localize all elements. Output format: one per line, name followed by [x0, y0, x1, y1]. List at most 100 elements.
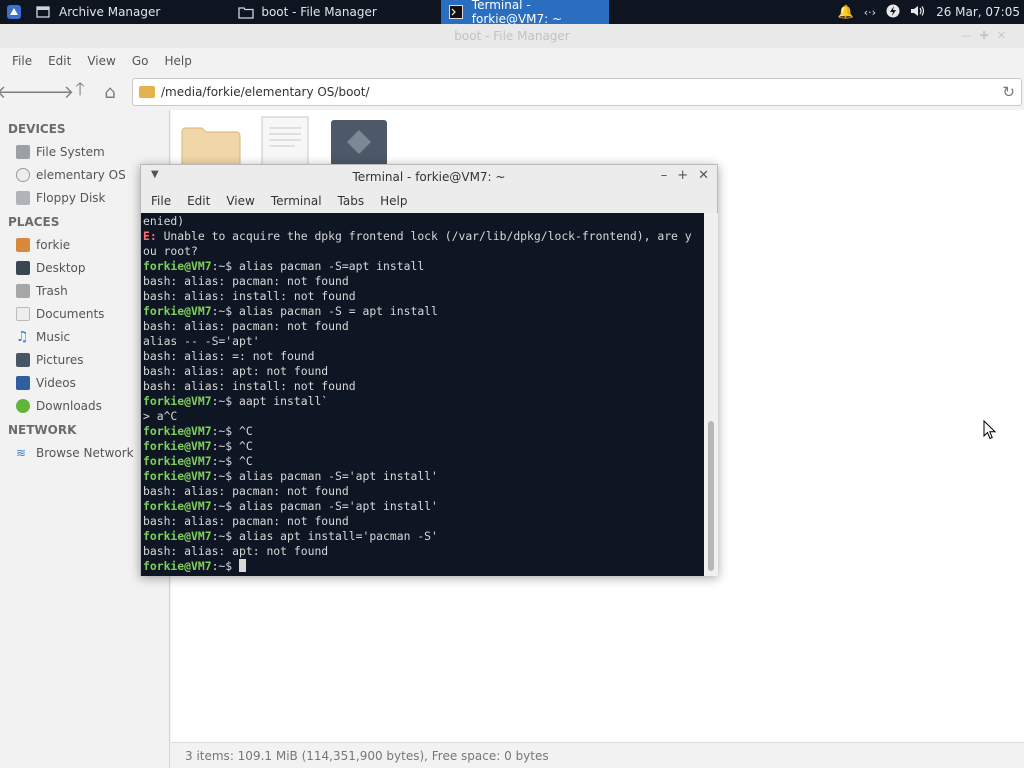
window-controls[interactable]: —✚✕ [961, 24, 1014, 48]
prompt-path: :~$ [211, 499, 240, 513]
downloads-icon [16, 398, 30, 413]
prompt-user: forkie@VM7 [143, 439, 212, 453]
prompt-user: forkie@VM7 [143, 259, 212, 273]
scrollbar-thumb[interactable] [708, 421, 714, 571]
sidebar-item-label: Browse Network [36, 445, 134, 460]
menu-view[interactable]: View [79, 54, 123, 68]
music-icon: ♫ [16, 328, 29, 345]
terminal-line: bash: alias: =: not found [143, 349, 315, 363]
pictures-icon [16, 352, 30, 367]
menu-edit[interactable]: Edit [40, 54, 79, 68]
whisker-menu-button[interactable] [0, 0, 28, 24]
terminal-line: E: Unable to acquire the dpkg frontend l… [141, 229, 704, 244]
image-item-icon[interactable] [331, 120, 387, 166]
location-path[interactable]: /media/forkie/elementary OS/boot/ [161, 85, 1002, 99]
terminal-line: bash: alias: install: not found [143, 379, 356, 393]
terminal-window[interactable]: ▼ Terminal - forkie@VM7: ~ – + ✕ File Ed… [140, 164, 718, 576]
terminal-line: forkie@VM7:~$ ^C [141, 454, 704, 469]
trash-icon [16, 283, 30, 298]
network-icon[interactable]: ‹·› [864, 6, 876, 19]
term-menu-tabs[interactable]: Tabs [330, 194, 373, 208]
terminal-line: forkie@VM7:~$ alias pacman -S=apt instal… [141, 259, 704, 274]
terminal-line: forkie@VM7:~$ alias pacman -S = apt inst… [141, 304, 704, 319]
prompt-user: forkie@VM7 [143, 529, 212, 543]
prompt-user: forkie@VM7 [143, 394, 212, 408]
terminal-line: forkie@VM7:~$ ^C [141, 424, 704, 439]
task-archive-manager[interactable]: Archive Manager [28, 0, 168, 24]
mouse-pointer-icon [983, 420, 997, 440]
term-menu-edit[interactable]: Edit [179, 194, 218, 208]
close-icon[interactable]: ✕ [698, 168, 709, 183]
archive-icon [36, 5, 50, 19]
command-text: ^C [239, 439, 253, 453]
forward-button[interactable]: 🡒 [26, 78, 74, 106]
power-icon[interactable] [886, 4, 900, 21]
prompt-user: forkie@VM7 [143, 469, 212, 483]
text-cursor [239, 559, 247, 572]
system-tray: 🔔 ‹·› 26 Mar, 07:05 [838, 4, 1024, 21]
app-menu-icon [7, 5, 21, 19]
command-text: alias pacman -S='apt install' [239, 499, 438, 513]
output-text: Unable to acquire the dpkg frontend lock… [156, 229, 692, 243]
prompt-user: forkie@VM7 [143, 424, 212, 438]
documents-icon [16, 306, 30, 321]
home-button[interactable]: ⌂ [96, 78, 124, 106]
prompt-path: :~$ [211, 394, 240, 408]
command-text: alias pacman -S=apt install [239, 259, 425, 273]
menu-go[interactable]: Go [124, 54, 157, 68]
volume-icon[interactable] [910, 4, 926, 21]
window-title: boot - File Manager [454, 29, 570, 43]
terminal-title: Terminal - forkie@VM7: ~ [352, 170, 506, 184]
terminal-line: forkie@VM7:~$ alias pacman -S='apt insta… [141, 469, 704, 484]
folder-item-icon[interactable] [180, 126, 242, 167]
prompt-path: :~$ [211, 304, 240, 318]
videos-icon [16, 375, 30, 390]
prompt-user: forkie@VM7 [143, 499, 212, 513]
command-text: alias pacman -S='apt install' [239, 469, 438, 483]
sidebar-item-file-system[interactable]: File System [0, 140, 169, 163]
top-panel: Archive Manager boot - File Manager Term… [0, 0, 1024, 26]
task-label: boot - File Manager [261, 5, 377, 19]
sidebar-item-label: Documents [36, 306, 105, 321]
folder-icon [238, 5, 254, 19]
term-menu-view[interactable]: View [218, 194, 262, 208]
minimize-icon[interactable]: – [661, 168, 668, 183]
wifi-icon: ≋ [16, 445, 27, 460]
location-bar[interactable]: /media/forkie/elementary OS/boot/ ↻ [132, 78, 1022, 106]
terminal-icon [448, 5, 463, 19]
clock[interactable]: 26 Mar, 07:05 [936, 5, 1020, 19]
maximize-icon[interactable]: + [677, 168, 688, 183]
home-folder-icon [16, 237, 30, 252]
terminal-titlebar[interactable]: ▼ Terminal - forkie@VM7: ~ – + ✕ [141, 165, 717, 189]
terminal-line: forkie@VM7:~$ ^C [141, 439, 704, 454]
term-menu-terminal[interactable]: Terminal [263, 194, 330, 208]
document-item-icon[interactable] [261, 116, 309, 167]
notification-bell-icon[interactable]: 🔔 [838, 5, 854, 20]
terminal-line: bash: alias: install: not found [143, 289, 356, 303]
term-menu-help[interactable]: Help [372, 194, 415, 208]
sidebar-item-label: Downloads [36, 398, 102, 413]
command-text: aapt install` [239, 394, 329, 408]
window-menu-icon[interactable]: ▼ [151, 169, 159, 180]
terminal-scrollbar[interactable] [704, 213, 718, 576]
drive-icon [16, 144, 30, 159]
status-bar: 3 items: 109.1 MiB (114,351,900 bytes), … [171, 742, 1024, 768]
prompt-user: forkie@VM7 [143, 454, 212, 468]
command-text: ^C [239, 454, 253, 468]
up-button[interactable]: 🡑 [66, 78, 94, 106]
sidebar-item-label: Pictures [36, 352, 84, 367]
devices-heading: DEVICES [8, 122, 66, 136]
menu-file[interactable]: File [4, 54, 40, 68]
menu-help[interactable]: Help [156, 54, 199, 68]
terminal-line: forkie@VM7:~$ [141, 559, 704, 574]
task-file-manager[interactable]: boot - File Manager [230, 0, 384, 24]
task-terminal[interactable]: Terminal - forkie@VM7: ~ [440, 0, 609, 26]
file-manager-toolbar: 🡐 🡒 🡑 ⌂ /media/forkie/elementary OS/boot… [0, 74, 1024, 110]
reload-icon[interactable]: ↻ [1002, 83, 1015, 101]
terminal-line: bash: alias: pacman: not found [143, 319, 349, 333]
term-menu-file[interactable]: File [143, 194, 179, 208]
terminal-output[interactable]: enied) E: Unable to acquire the dpkg fron… [141, 213, 704, 576]
command-text: alias pacman -S = apt install [239, 304, 438, 318]
file-manager-titlebar[interactable]: boot - File Manager —✚✕ [0, 24, 1024, 48]
terminal-line: enied) [143, 214, 185, 228]
